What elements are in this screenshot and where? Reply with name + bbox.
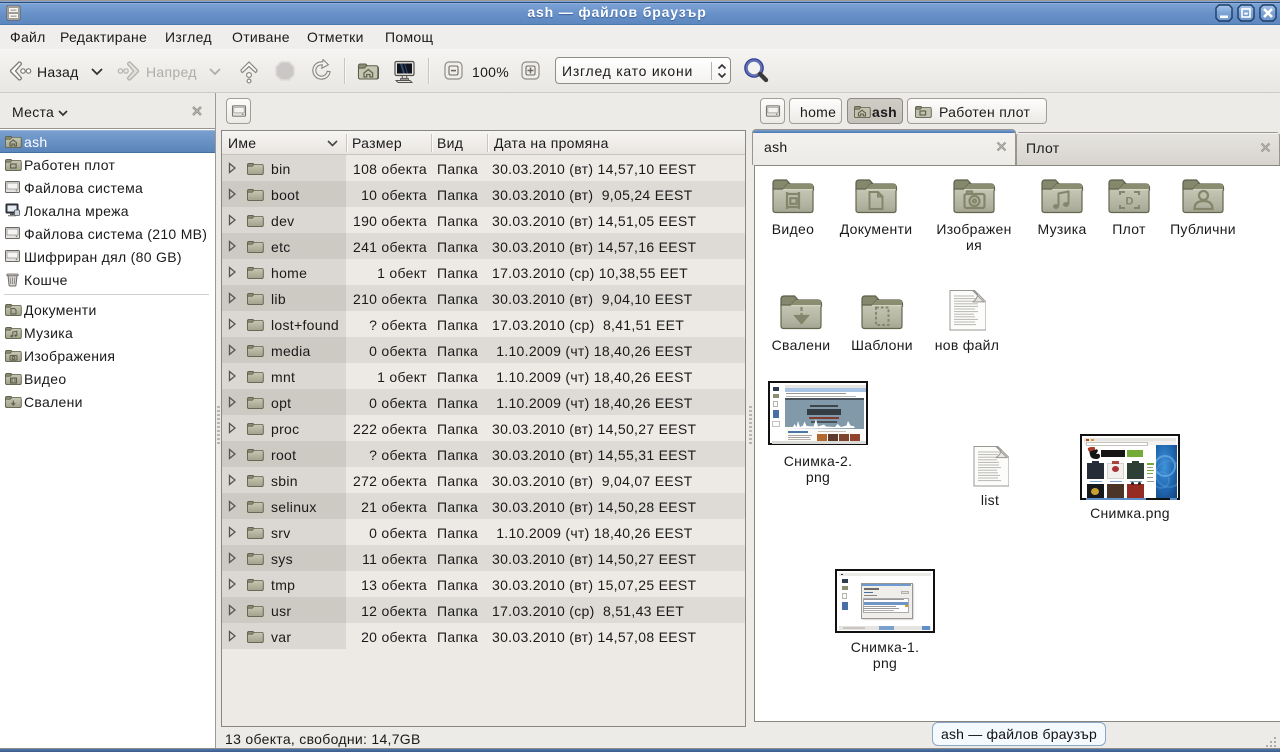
svg-text:D: D	[1126, 196, 1134, 208]
